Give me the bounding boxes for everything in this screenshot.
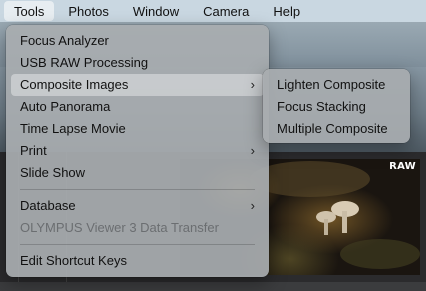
composite-images-submenu: Lighten Composite Focus Stacking Multipl…	[263, 69, 410, 143]
menubar-photos[interactable]: Photos	[58, 1, 118, 21]
menu-item-focus-analyzer[interactable]: Focus Analyzer	[11, 30, 264, 52]
menu-item-print[interactable]: Print ›	[11, 140, 264, 162]
menubar-tools[interactable]: Tools	[4, 1, 55, 21]
menu-item-label: Edit Shortcut Keys	[20, 253, 127, 268]
menu-item-auto-panorama[interactable]: Auto Panorama	[11, 96, 264, 118]
menu-item-label: Slide Show	[20, 165, 86, 180]
menu-item-composite-images[interactable]: Composite Images ›	[11, 74, 264, 96]
menu-item-database[interactable]: Database ›	[11, 195, 264, 217]
bottom-bar	[0, 282, 426, 291]
chevron-right-icon: ›	[250, 143, 255, 158]
raw-badge: RAW	[389, 161, 416, 172]
menu-item-label: Multiple Composite	[277, 121, 388, 136]
menu-item-edit-shortcut-keys[interactable]: Edit Shortcut Keys	[11, 250, 264, 272]
menu-item-slide-show[interactable]: Slide Show	[11, 162, 264, 184]
menu-item-usb-raw-processing[interactable]: USB RAW Processing	[11, 52, 264, 74]
chevron-right-icon: ›	[250, 77, 255, 92]
tools-menu: Focus Analyzer USB RAW Processing Compos…	[6, 25, 269, 277]
menu-separator	[20, 189, 255, 190]
submenu-item-focus-stacking[interactable]: Focus Stacking	[268, 96, 405, 118]
menu-bar: Tools Photos Window Camera Help	[0, 0, 426, 22]
menu-item-label: OLYMPUS Viewer 3 Data Transfer	[20, 220, 219, 235]
menu-item-label: Focus Stacking	[277, 99, 366, 114]
chevron-right-icon: ›	[250, 198, 255, 213]
submenu-item-lighten-composite[interactable]: Lighten Composite	[268, 74, 405, 96]
menu-item-olympus-viewer-data-transfer: OLYMPUS Viewer 3 Data Transfer	[11, 217, 264, 239]
menubar-help[interactable]: Help	[263, 1, 310, 21]
menu-item-label: Lighten Composite	[277, 77, 386, 92]
menu-item-label: USB RAW Processing	[20, 55, 149, 70]
menubar-window[interactable]: Window	[123, 1, 189, 21]
menu-item-label: Auto Panorama	[20, 99, 111, 114]
menubar-camera[interactable]: Camera	[193, 1, 259, 21]
submenu-item-multiple-composite[interactable]: Multiple Composite	[268, 118, 405, 140]
menu-item-label: Print	[20, 143, 47, 158]
menu-item-label: Focus Analyzer	[20, 33, 109, 48]
menu-item-label: Composite Images	[20, 77, 129, 92]
menu-item-label: Time Lapse Movie	[20, 121, 126, 136]
menu-separator	[20, 244, 255, 245]
menu-item-label: Database	[20, 198, 76, 213]
menu-item-time-lapse-movie[interactable]: Time Lapse Movie	[11, 118, 264, 140]
